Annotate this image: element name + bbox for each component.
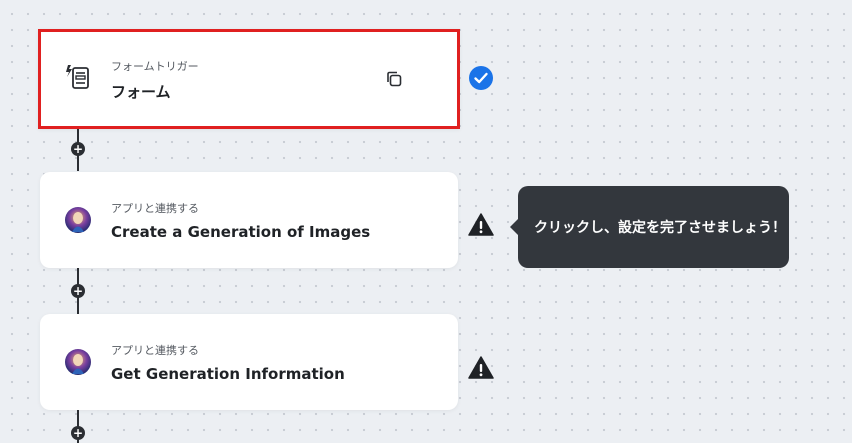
check-icon	[469, 66, 493, 90]
flow-step-create-generation[interactable]: アプリと連携する Create a Generation of Images	[40, 172, 458, 268]
add-step-button[interactable]: +	[71, 284, 85, 298]
tooltip-text: クリックし、設定を完了させましょう！	[534, 220, 786, 236]
step-subtitle: アプリと連携する	[111, 344, 199, 357]
warning-icon	[468, 213, 494, 236]
add-step-button[interactable]: +	[71, 426, 85, 440]
copy-icon[interactable]	[385, 70, 403, 88]
step-subtitle: フォームトリガー	[111, 60, 199, 73]
step-title: Create a Generation of Images	[111, 223, 371, 241]
app-avatar-icon	[65, 349, 91, 375]
step-title: フォーム	[111, 83, 171, 101]
flow-step-form-trigger[interactable]: フォームトリガー フォーム	[38, 29, 460, 129]
app-avatar-icon	[65, 207, 91, 233]
step-title: Get Generation Information	[111, 365, 345, 383]
form-trigger-icon	[66, 65, 89, 89]
add-step-button[interactable]: +	[71, 142, 85, 156]
setup-tooltip: クリックし、設定を完了させましょう！	[510, 186, 789, 268]
warning-icon	[468, 356, 494, 379]
flow-step-get-generation[interactable]: アプリと連携する Get Generation Information	[40, 314, 458, 410]
step-subtitle: アプリと連携する	[111, 202, 199, 215]
